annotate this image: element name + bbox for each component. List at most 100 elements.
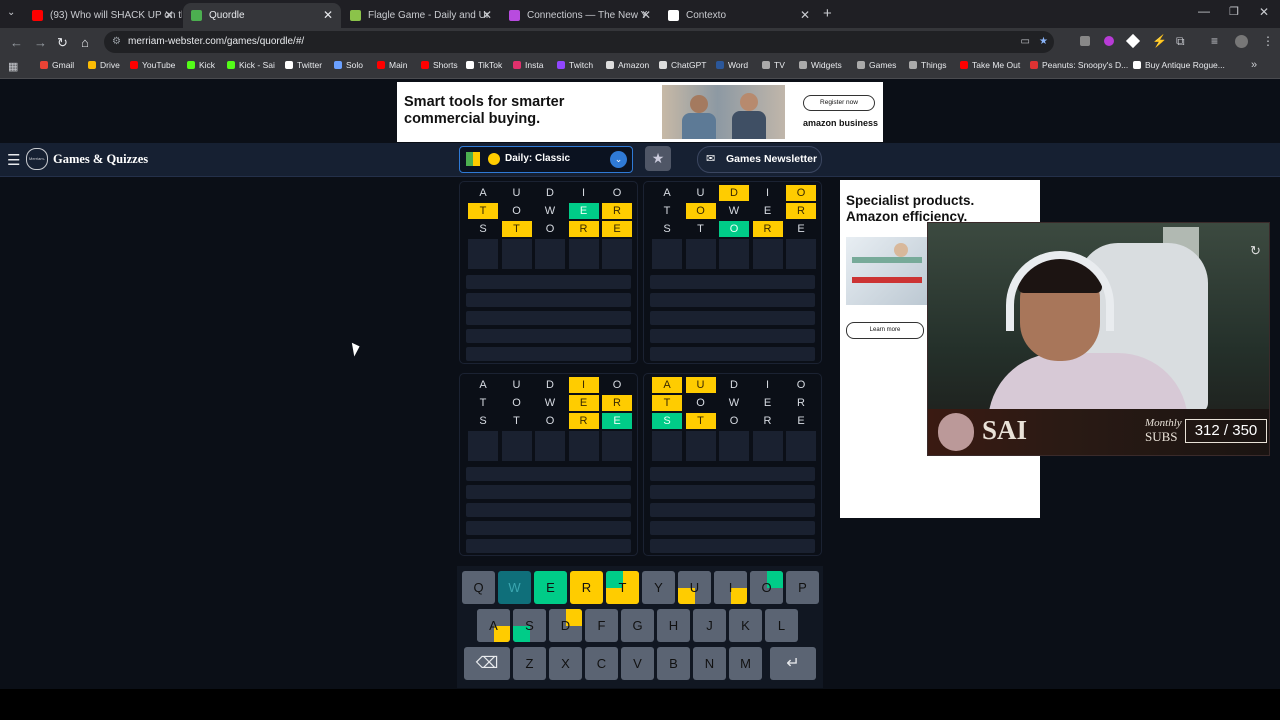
key-x[interactable]: X	[549, 647, 582, 680]
chevron-down-icon[interactable]: ⌄	[610, 151, 627, 168]
bookmark-shorts[interactable]: Shorts	[421, 60, 458, 70]
close-window-icon[interactable]: ✕	[1259, 5, 1269, 19]
close-tab-icon[interactable]: ✕	[800, 8, 810, 22]
key-h[interactable]: H	[657, 609, 690, 642]
close-tab-icon[interactable]: ✕	[164, 8, 174, 22]
bookmark-gmail[interactable]: Gmail	[40, 60, 74, 70]
tile: O	[729, 415, 739, 427]
key-q[interactable]: Q	[462, 571, 495, 604]
backspace-key-icon[interactable]: ⌫	[464, 647, 510, 680]
key-label: M	[740, 656, 751, 671]
bookmark-label: Widgets	[811, 60, 842, 70]
bookmark-youtube[interactable]: YouTube	[130, 60, 175, 70]
tab-quordle[interactable]: Quordle ✕	[183, 3, 341, 28]
side-ad-learn-more[interactable]: Learn more	[846, 322, 924, 339]
key-c[interactable]: C	[585, 647, 618, 680]
bookmark-peanuts-snoopy-s-d[interactable]: Peanuts: Snoopy's D...	[1030, 60, 1128, 70]
bookmark-star-icon[interactable]: ★	[1039, 31, 1048, 53]
extension-icon-1[interactable]	[1080, 36, 1090, 46]
bookmark-word[interactable]: Word	[716, 60, 748, 70]
close-tab-icon[interactable]: ✕	[482, 8, 492, 22]
bookmark-widgets[interactable]: Widgets	[799, 60, 842, 70]
close-tab-icon[interactable]: ✕	[323, 8, 333, 22]
ad-register-button[interactable]: Register now	[803, 95, 875, 111]
key-n[interactable]: N	[693, 647, 726, 680]
hamburger-menu-icon[interactable]: ☰	[7, 151, 20, 169]
key-v[interactable]: V	[621, 647, 654, 680]
bookmark-solo[interactable]: Solo	[334, 60, 363, 70]
tab-connections[interactable]: Connections — The New York T ✕	[501, 3, 659, 28]
key-a[interactable]: A	[477, 609, 510, 642]
new-tab-button[interactable]: +	[823, 5, 832, 22]
reload-icon[interactable]: ↻	[57, 35, 68, 51]
bookmark-twitch[interactable]: Twitch	[557, 60, 593, 70]
bookmark-drive[interactable]: Drive	[88, 60, 120, 70]
bookmark-take-me-out[interactable]: Take Me Out	[960, 60, 1020, 70]
bookmark-kick[interactable]: Kick	[187, 60, 215, 70]
back-icon[interactable]: ←	[10, 35, 23, 50]
mode-select[interactable]: Daily: Classic ⌄	[459, 146, 633, 173]
tab-contexto[interactable]: Contexto ✕	[660, 3, 818, 28]
key-s[interactable]: S	[513, 609, 546, 642]
extensions-puzzle-icon[interactable]: ⧉	[1176, 34, 1185, 49]
star-button[interactable]: ★	[645, 146, 671, 171]
bookmark-twitter[interactable]: Twitter	[285, 60, 322, 70]
key-p[interactable]: P	[786, 571, 819, 604]
tab-search-icon[interactable]: ⌄	[7, 7, 15, 18]
forward-icon[interactable]: →	[34, 35, 47, 50]
bookmark-tv[interactable]: TV	[762, 60, 785, 70]
key-d[interactable]: D	[549, 609, 582, 642]
url-bar[interactable]: ⚙ merriam-webster.com/games/quordle/#/ ▭…	[104, 31, 1054, 53]
more-bookmarks-icon[interactable]: »	[1251, 59, 1257, 71]
close-tab-icon[interactable]: ✕	[641, 8, 651, 22]
profile-avatar[interactable]	[1235, 35, 1248, 48]
key-e[interactable]: E	[534, 571, 567, 604]
key-t[interactable]: T	[606, 571, 639, 604]
key-k[interactable]: K	[729, 609, 762, 642]
tile: E	[568, 203, 599, 219]
minimize-icon[interactable]: —	[1198, 4, 1210, 18]
webcam-overlay: ↻ SAI Monthly SUBS 312 / 350	[927, 222, 1270, 456]
key-b[interactable]: B	[657, 647, 690, 680]
mw-logo[interactable]: Merriam-Webster	[26, 148, 48, 170]
top-banner-ad[interactable]: Smart tools for smarter commercial buyin…	[397, 82, 883, 142]
site-info-icon[interactable]: ⚙	[112, 31, 121, 53]
key-r[interactable]: R	[570, 571, 603, 604]
tab-flagle[interactable]: Flagle Game - Daily and Unlimi ✕	[342, 3, 500, 28]
extension-icon-2[interactable]	[1104, 36, 1114, 46]
key-j[interactable]: J	[693, 609, 726, 642]
extension-icon-4[interactable]: ⚡	[1152, 34, 1167, 48]
bookmark-kick-sai[interactable]: Kick - Sai	[227, 60, 275, 70]
key-f[interactable]: F	[585, 609, 618, 642]
bookmark-insta[interactable]: Insta	[513, 60, 543, 70]
bookmark-main[interactable]: Main	[377, 60, 407, 70]
key-z[interactable]: Z	[513, 647, 546, 680]
key-m[interactable]: M	[729, 647, 762, 680]
bookmark-amazon[interactable]: Amazon	[606, 60, 649, 70]
key-i[interactable]: I	[714, 571, 747, 604]
refresh-icon: ↻	[1250, 243, 1261, 258]
bookmark-games[interactable]: Games	[857, 60, 896, 70]
bookmark-tiktok[interactable]: TikTok	[466, 60, 502, 70]
restore-icon[interactable]: ❐	[1229, 5, 1239, 18]
menu-kebab-icon[interactable]: ⋮	[1262, 34, 1274, 48]
media-icon[interactable]: ≡	[1211, 34, 1218, 48]
enter-key-icon[interactable]: ↵	[770, 647, 816, 680]
site-brand[interactable]: Games & Quizzes	[53, 152, 148, 167]
key-w[interactable]: W	[498, 571, 531, 604]
tab-youtube[interactable]: (93) Who will SHACK UP on the ✕	[24, 3, 182, 28]
key-y[interactable]: Y	[642, 571, 675, 604]
key-o[interactable]: O	[750, 571, 783, 604]
cast-icon[interactable]: ▭	[1021, 31, 1030, 53]
key-u[interactable]: U	[678, 571, 711, 604]
extension-icon-3[interactable]	[1125, 33, 1141, 49]
tile: I	[581, 187, 586, 199]
newsletter-button[interactable]: ✉ Games Newsletter	[697, 146, 822, 173]
bookmark-chatgpt[interactable]: ChatGPT	[659, 60, 706, 70]
apps-grid-icon[interactable]: ▦	[8, 60, 18, 73]
bookmark-things[interactable]: Things	[909, 60, 947, 70]
home-icon[interactable]: ⌂	[81, 35, 89, 50]
bookmark-buy-antique-rogue[interactable]: Buy Antique Rogue...	[1133, 60, 1225, 70]
key-g[interactable]: G	[621, 609, 654, 642]
key-l[interactable]: L	[765, 609, 798, 642]
